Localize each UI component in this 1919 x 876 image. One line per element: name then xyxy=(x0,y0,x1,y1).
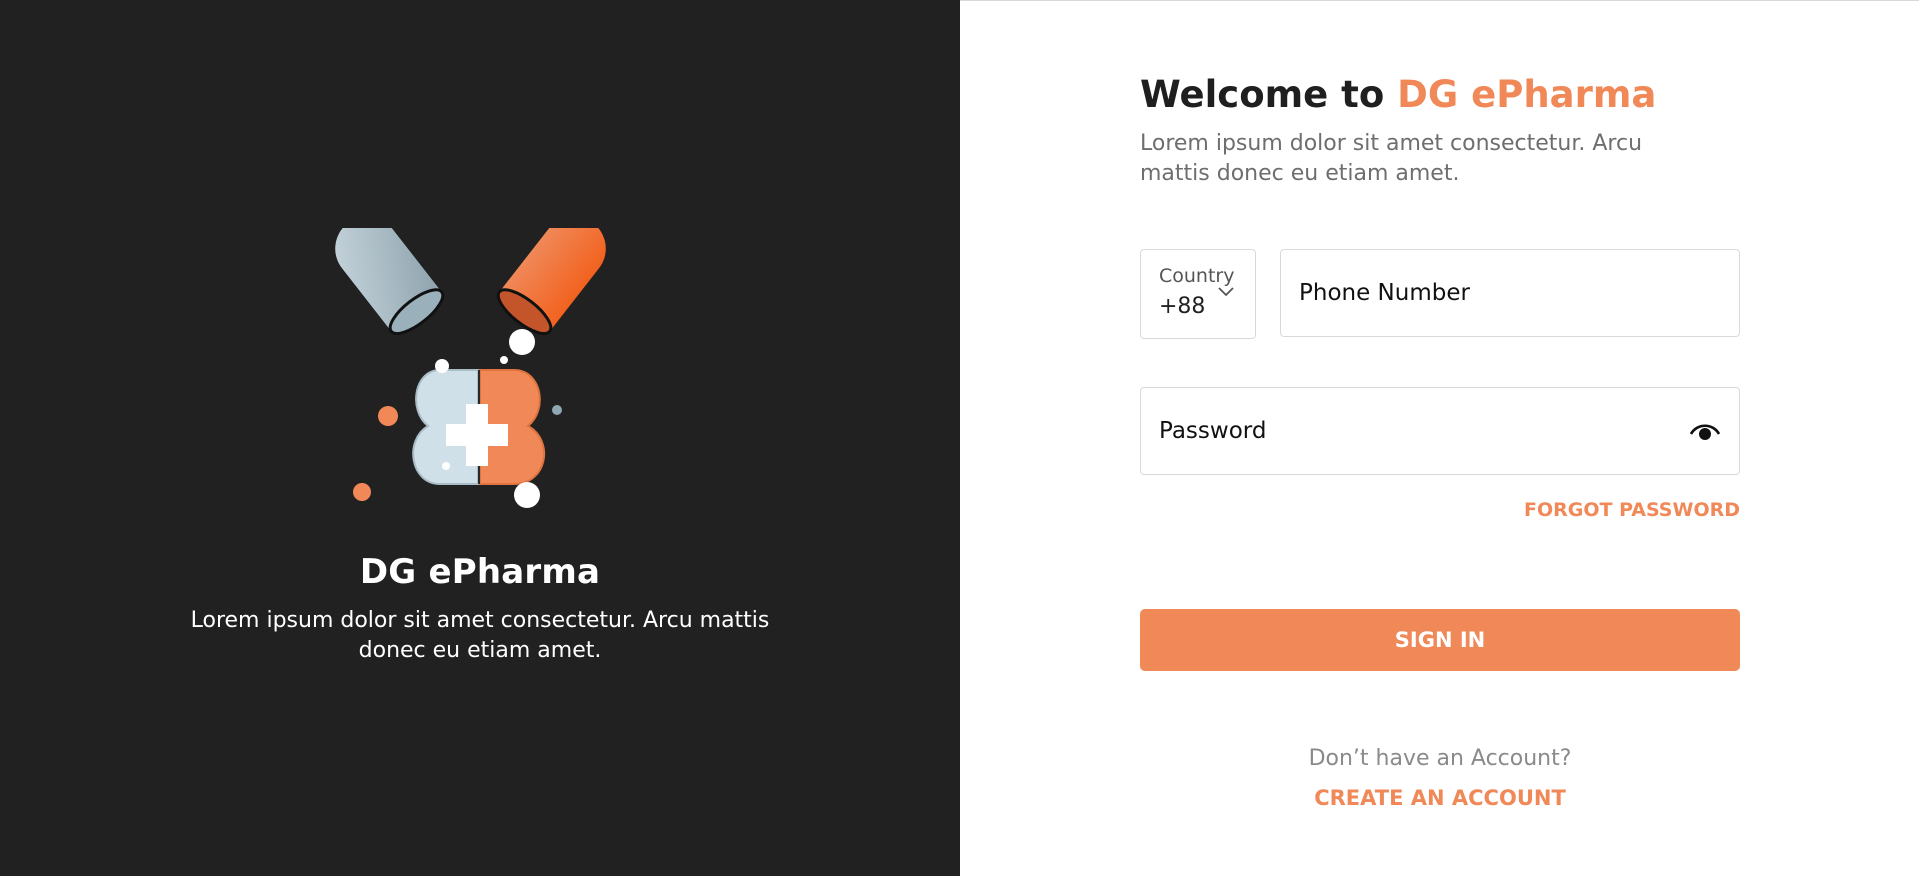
forgot-password-link[interactable]: FORGOT PASSWORD xyxy=(1140,499,1740,521)
welcome-title: Welcome to DG ePharma xyxy=(1140,73,1656,116)
orange-capsule-shape xyxy=(496,228,606,335)
create-account-link[interactable]: CREATE AN ACCOUNT xyxy=(1140,786,1740,810)
phone-number-field[interactable] xyxy=(1280,249,1740,337)
password-field[interactable] xyxy=(1140,387,1740,475)
password-input[interactable] xyxy=(1141,388,1739,474)
no-account-text: Don’t have an Account? xyxy=(1308,746,1572,771)
country-code-select[interactable]: Country +88 xyxy=(1140,249,1256,339)
phone-number-input[interactable] xyxy=(1281,250,1739,336)
chevron-down-icon xyxy=(1218,287,1234,297)
grey-capsule-shape xyxy=(335,228,445,335)
welcome-description: Lorem ipsum dolor sit amet consectetur. … xyxy=(1140,131,1643,186)
login-panel: Welcome to DG ePharma Lorem ipsum dolor … xyxy=(960,0,1919,876)
pharmacy-capsule-illustration xyxy=(335,228,606,508)
country-label: Country xyxy=(1159,265,1235,287)
country-code-value: +88 xyxy=(1159,294,1205,319)
welcome-prefix: Welcome to xyxy=(1140,73,1398,116)
left-panel: DG ePharma Lorem ipsum dolor sit amet co… xyxy=(0,0,960,876)
eye-icon[interactable] xyxy=(1689,418,1721,446)
brand-name: DG ePharma xyxy=(359,552,601,592)
brand-description: Lorem ipsum dolor sit amet consectetur. … xyxy=(190,608,770,663)
welcome-brand: DG ePharma xyxy=(1397,73,1657,116)
sign-in-button[interactable]: SIGN IN xyxy=(1140,609,1740,671)
